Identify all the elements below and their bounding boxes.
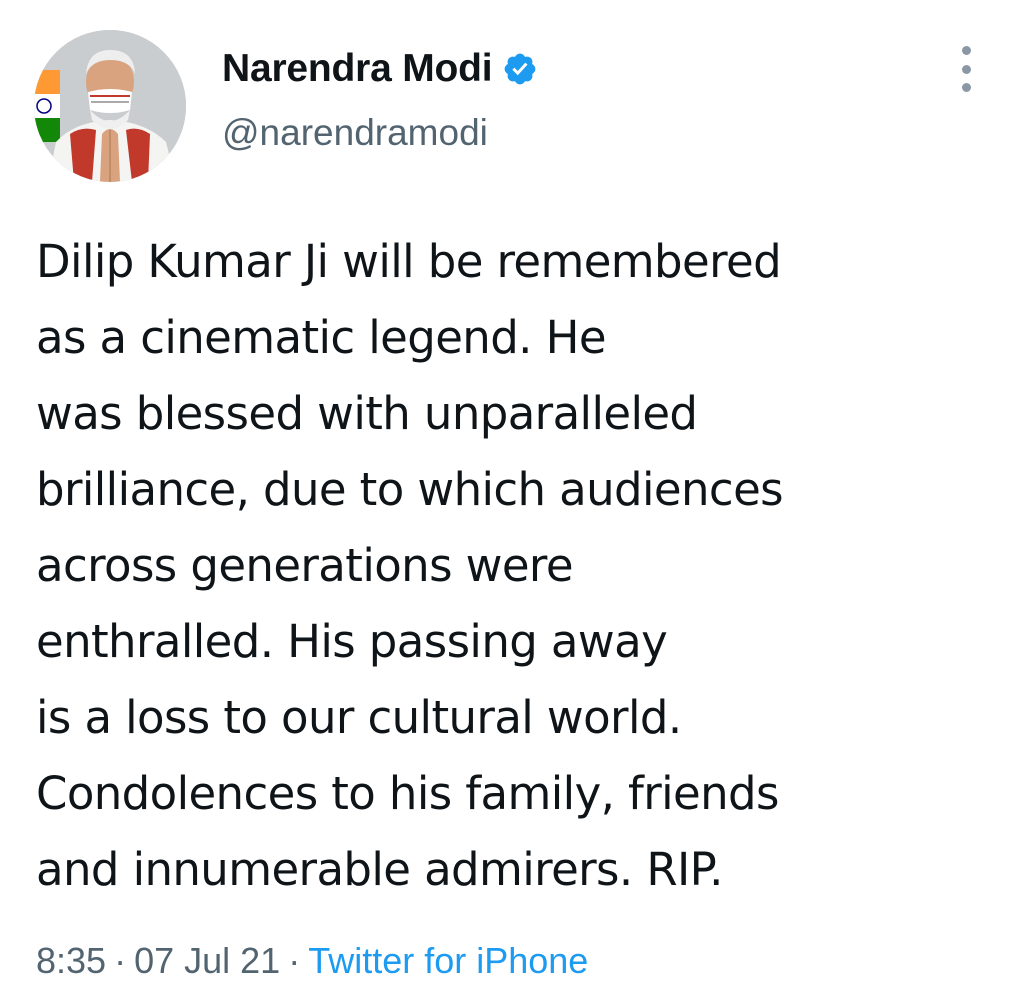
more-dot: [961, 46, 971, 55]
tweet-card: Narendra Modi @narendramodi Dilip Kumar …: [0, 0, 1024, 998]
author-display-name[interactable]: Narendra Modi: [222, 47, 493, 91]
tweet-text-line: was blessed with unparalleled: [36, 387, 698, 440]
tweet-text-line: Dilip Kumar Ji will be remembered: [36, 235, 782, 288]
tweet-date[interactable]: 07 Jul 21: [134, 940, 280, 981]
meta-separator: ·: [288, 940, 301, 981]
tweet-meta: 8:35 · 07 Jul 21 · Twitter for iPhone: [36, 940, 588, 982]
author-handle[interactable]: @narendramodi: [222, 112, 488, 154]
tweet-source-link[interactable]: Twitter for iPhone: [308, 940, 588, 981]
tweet-text-line: as a cinematic legend. He: [36, 311, 607, 364]
verified-badge-icon: [502, 51, 538, 87]
meta-separator: ·: [114, 940, 127, 981]
more-dot: [961, 83, 971, 92]
tweet-time[interactable]: 8:35: [36, 940, 106, 981]
avatar[interactable]: [34, 30, 186, 182]
tweet-text-line: across generations were: [36, 539, 574, 592]
tweet-text-line: brilliance, due to which audiences: [36, 463, 784, 516]
tweet-text-line: Condolences to his family, friends: [36, 767, 779, 820]
tweet-text-line: and innumerable admirers. RIP.: [36, 843, 723, 896]
tweet-text-line: enthralled. His passing away: [36, 615, 668, 668]
tweet-text: Dilip Kumar Ji will be remembered as a c…: [36, 224, 996, 908]
author-name-row[interactable]: Narendra Modi: [222, 44, 538, 94]
profile-photo: [34, 30, 186, 182]
more-dot: [961, 64, 971, 74]
more-options-icon[interactable]: [952, 46, 980, 92]
tweet-text-line: is a loss to our cultural world.: [36, 691, 682, 744]
